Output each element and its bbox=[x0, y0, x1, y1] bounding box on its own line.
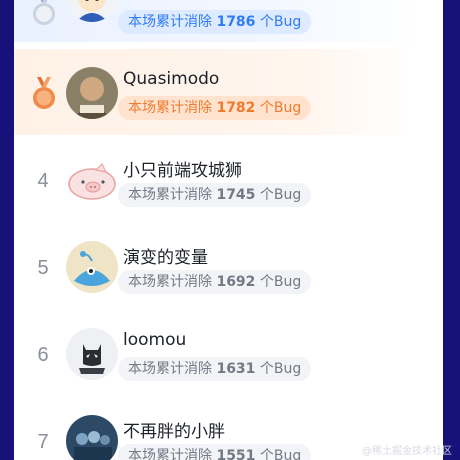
avatar[interactable] bbox=[66, 415, 118, 460]
bug-count-badge: 本场累计消除 1786 个Bug bbox=[118, 10, 312, 34]
leaderboard-panel: 本场累计消除 1786 个Bug Quasimodo 本场累计消除 1782 个… bbox=[14, 0, 443, 460]
rank-number: 5 bbox=[37, 257, 49, 279]
rank-number: 6 bbox=[37, 344, 49, 366]
user-name[interactable]: 不再胖的小胖 bbox=[123, 417, 225, 442]
leaderboard-row-4[interactable]: 4 小只前端攻城狮 本场累计消除 1745 个Bug bbox=[14, 136, 443, 222]
leaderboard-row-5[interactable]: 5 演变的变量 本场累计消除 1692 个Bug bbox=[14, 223, 443, 309]
user-name[interactable]: Quasimodo bbox=[123, 69, 219, 89]
user-name[interactable]: loomou bbox=[123, 330, 186, 350]
silver-medal-icon bbox=[33, 0, 55, 25]
avatar[interactable] bbox=[66, 0, 118, 22]
bug-count-badge: 本场累计消除 1782 个Bug bbox=[118, 96, 312, 120]
bug-count-badge: 本场累计消除 1551 个Bug bbox=[118, 444, 312, 460]
rank-number: 7 bbox=[37, 431, 49, 453]
avatar[interactable] bbox=[66, 154, 118, 206]
user-name[interactable]: 小只前端攻城狮 bbox=[123, 156, 242, 181]
watermark: @稀土掘金技术社区 bbox=[362, 446, 452, 457]
bronze-medal-icon bbox=[33, 77, 55, 109]
avatar[interactable] bbox=[66, 328, 118, 380]
leaderboard-row-6[interactable]: 6 loomou 本场累计消除 1631 个Bug bbox=[14, 310, 443, 396]
bug-count-badge: 本场累计消除 1745 个Bug bbox=[118, 183, 312, 207]
bug-count-badge: 本场累计消除 1692 个Bug bbox=[118, 270, 312, 294]
avatar[interactable] bbox=[66, 241, 118, 293]
bug-count-badge: 本场累计消除 1631 个Bug bbox=[118, 357, 312, 381]
leaderboard-row-2[interactable]: 本场累计消除 1786 个Bug bbox=[14, 0, 443, 42]
leaderboard-row-3[interactable]: Quasimodo 本场累计消除 1782 个Bug bbox=[14, 49, 443, 135]
avatar[interactable] bbox=[66, 67, 118, 119]
user-name[interactable]: 演变的变量 bbox=[123, 243, 208, 268]
rank-number: 4 bbox=[37, 170, 49, 192]
